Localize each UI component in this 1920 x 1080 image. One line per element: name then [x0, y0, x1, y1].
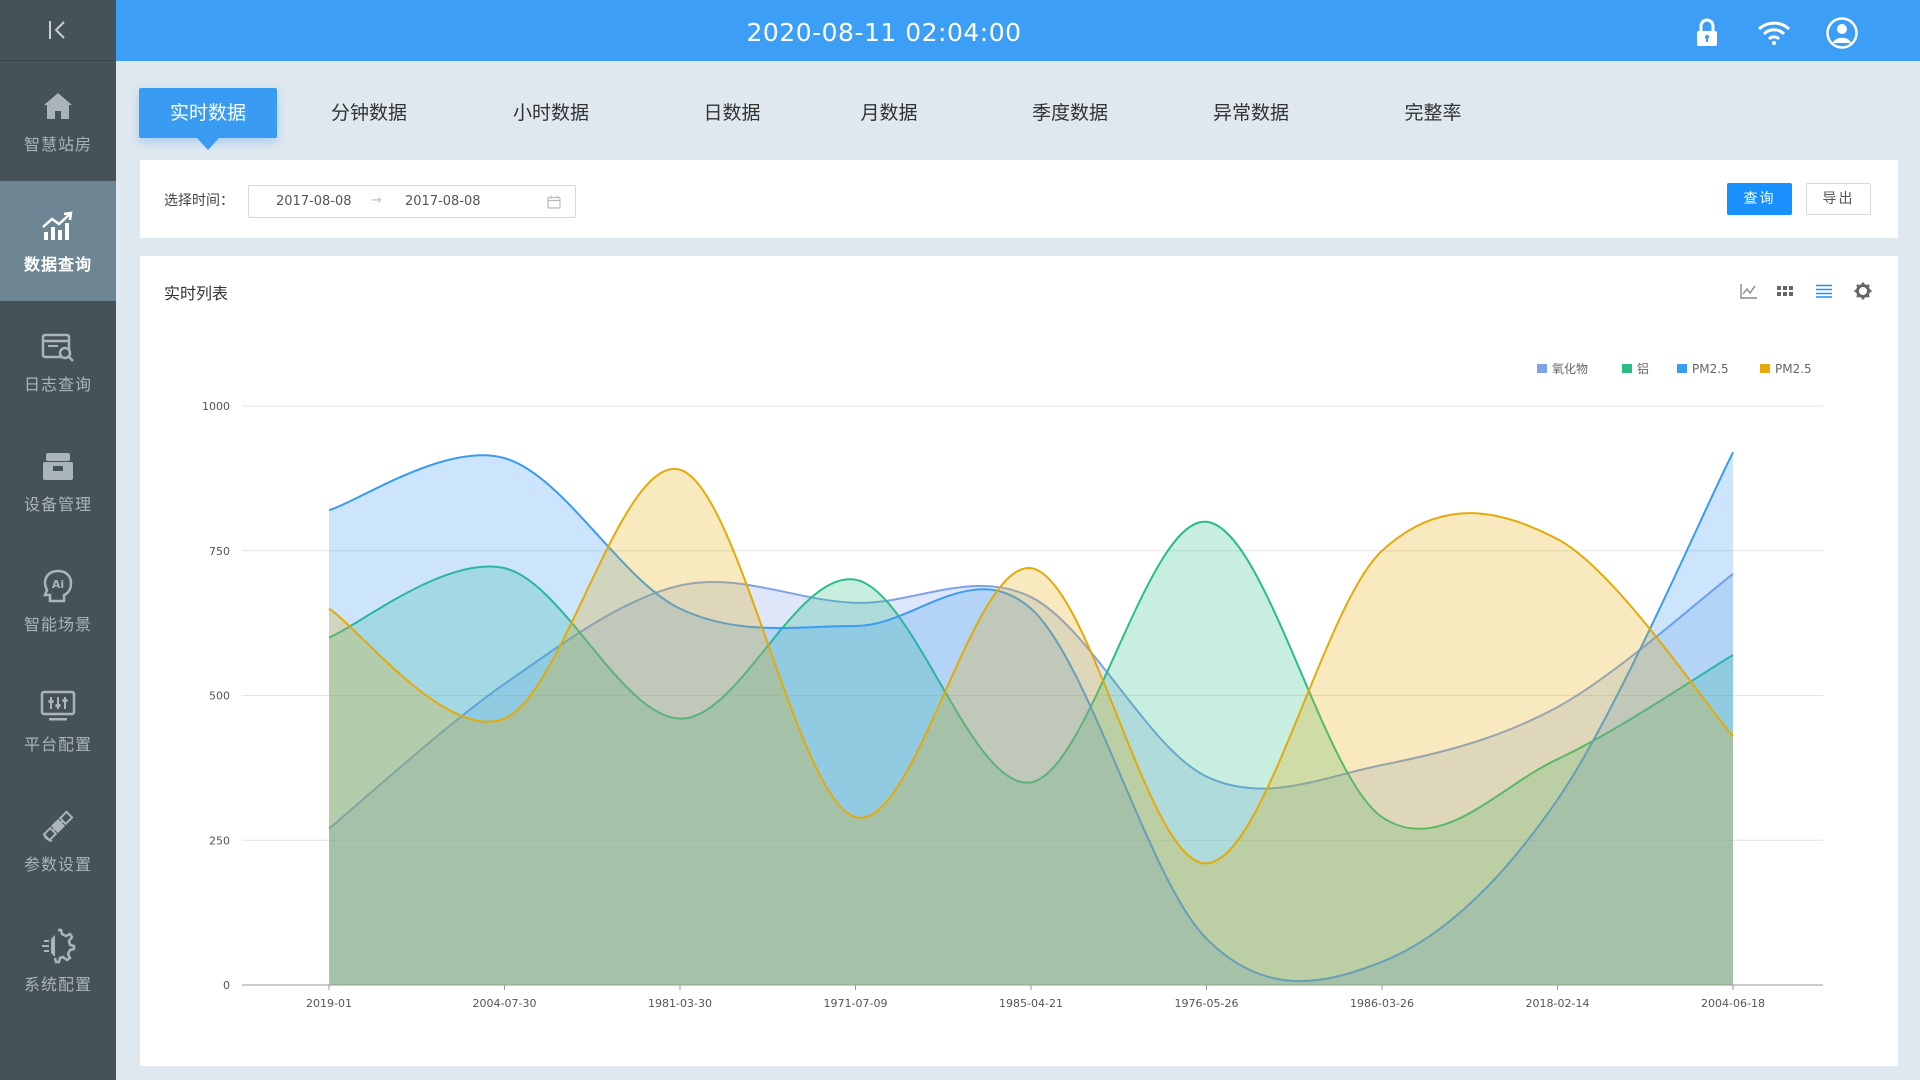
legend-swatch — [1622, 364, 1632, 373]
end-date-input[interactable]: 2017-08-08 — [405, 194, 481, 209]
satellite-icon — [39, 807, 77, 845]
sidebar-item-label: 设备管理 — [23, 495, 92, 514]
range-arrow-icon: → — [371, 193, 382, 208]
svg-text:Ai: Ai — [52, 578, 64, 591]
sidebar-item-label: 智慧站房 — [23, 135, 92, 154]
start-date-input[interactable]: 2017-08-08 — [276, 194, 352, 209]
lock-icon — [1697, 18, 1717, 46]
tab-realtime-data[interactable]: 实时数据 — [139, 88, 277, 150]
y-tick-label: 1000 — [202, 400, 230, 413]
sidebar-item-label: 智能场景 — [23, 615, 92, 634]
tab-monthly-data[interactable]: 月数据 — [844, 88, 934, 138]
tab-quarterly-data[interactable]: 季度数据 — [1015, 88, 1125, 138]
gear-icon — [1854, 282, 1872, 300]
device-icon — [39, 447, 77, 485]
y-tick-label: 0 — [223, 979, 230, 992]
legend-label: 铝 — [1637, 361, 1649, 376]
sidebar-item-log-query[interactable]: 日志查询 — [0, 301, 116, 421]
filter-panel: 选择时间： 2017-08-08 → 2017-08-08 查询 导出 — [140, 160, 1898, 238]
sidebar-item-smart-scene[interactable]: Ai 智能场景 — [0, 541, 116, 661]
tab-hour-data[interactable]: 小时数据 — [496, 88, 606, 138]
x-tick-label: 2004-06-18 — [1701, 997, 1765, 1010]
datetime-display: 2020-08-11 02:04:00 — [746, 18, 1022, 47]
list-view-button[interactable] — [1813, 280, 1835, 302]
grid-dots-icon — [1777, 286, 1793, 296]
sidebar-item-label: 日志查询 — [23, 375, 92, 394]
date-range-picker[interactable]: 2017-08-08 → 2017-08-08 — [248, 185, 576, 218]
lock-button[interactable] — [1690, 16, 1724, 50]
legend-swatch — [1537, 364, 1547, 373]
tab-completeness-rate[interactable]: 完整率 — [1388, 88, 1478, 138]
legend-label: PM2.5 — [1775, 362, 1812, 376]
realtime-area-chart: 0 250 500 750 1000 2019-01 2004-07-30 1981-03-3… — [202, 361, 1823, 1010]
x-tick-label: 1981-03-30 — [648, 997, 712, 1010]
sidebar-item-parameter-settings[interactable]: 参数设置 — [0, 781, 116, 901]
legend-label: 氧化物 — [1552, 362, 1588, 376]
sidebar-item-label: 系统配置 — [23, 975, 92, 994]
tab-minute-data[interactable]: 分钟数据 — [314, 88, 424, 138]
data-type-tabs: 实时数据 分钟数据 小时数据 日数据 月数据 季度数据 异常数据 完整率 — [116, 61, 1920, 157]
sidebar-item-data-query[interactable]: 数据查询 — [0, 181, 116, 301]
x-tick-label: 2019-01 — [306, 997, 352, 1010]
sidebar-item-label: 参数设置 — [23, 855, 92, 874]
export-button[interactable]: 导出 — [1806, 183, 1871, 215]
calendar-icon — [547, 195, 561, 213]
log-search-icon — [39, 327, 77, 365]
list-icon — [1816, 284, 1832, 298]
line-chart-view-button[interactable] — [1738, 280, 1760, 302]
tab-abnormal-data[interactable]: 异常数据 — [1196, 88, 1306, 138]
x-tick-label: 2018-02-14 — [1526, 997, 1590, 1010]
trend-chart-icon — [39, 207, 77, 245]
y-tick-label: 250 — [209, 834, 230, 847]
time-range-label: 选择时间： — [164, 193, 234, 209]
x-tick-label: 1976-05-26 — [1175, 997, 1239, 1010]
collapse-sidebar-button[interactable] — [0, 0, 116, 61]
sidebar: 智慧站房 数据查询 日志查询 设备管理 Ai 智能场景 平台配置 参数设置 系统… — [0, 0, 116, 1080]
user-profile-button[interactable] — [1825, 16, 1859, 50]
legend-swatch — [1760, 364, 1770, 373]
sidebar-item-device-management[interactable]: 设备管理 — [0, 421, 116, 541]
user-avatar-icon — [1826, 17, 1858, 49]
collapse-icon — [49, 21, 65, 39]
wifi-icon — [1757, 21, 1791, 45]
line-chart-icon — [1740, 284, 1757, 299]
sidebar-item-label: 平台配置 — [23, 735, 92, 754]
legend-swatch — [1677, 364, 1687, 373]
grid-view-button[interactable] — [1774, 280, 1796, 302]
realtime-list-panel: 0 250 500 750 1000 2019-01 2004-07-30 1981-03-3… — [140, 256, 1898, 1066]
x-tick-label: 1971-07-09 — [824, 997, 888, 1010]
ai-head-icon: Ai — [39, 567, 77, 605]
sidebar-item-platform-config[interactable]: 平台配置 — [0, 661, 116, 781]
query-button[interactable]: 查询 — [1727, 183, 1792, 215]
sidebar-item-smart-station[interactable]: 智慧站房 — [0, 61, 116, 181]
chart-settings-button[interactable] — [1852, 280, 1874, 302]
sidebar-item-label: 数据查询 — [23, 255, 92, 274]
x-tick-label: 1985-04-21 — [999, 997, 1063, 1010]
monitor-sliders-icon — [39, 687, 77, 725]
y-tick-label: 750 — [209, 545, 230, 558]
x-tick-label: 1986-03-26 — [1350, 997, 1414, 1010]
gear-chip-icon — [39, 927, 77, 965]
x-tick-label: 2004-07-30 — [473, 997, 537, 1010]
top-bar: 2020-08-11 02:04:00 — [116, 0, 1920, 61]
tab-daily-data[interactable]: 日数据 — [687, 88, 777, 138]
home-icon — [39, 87, 77, 125]
wifi-button[interactable] — [1757, 16, 1791, 50]
sidebar-item-system-config[interactable]: 系统配置 — [0, 901, 116, 1021]
y-tick-label: 500 — [209, 690, 230, 703]
legend-label: PM2.5 — [1692, 362, 1729, 376]
panel-title: 实时列表 — [164, 284, 229, 303]
